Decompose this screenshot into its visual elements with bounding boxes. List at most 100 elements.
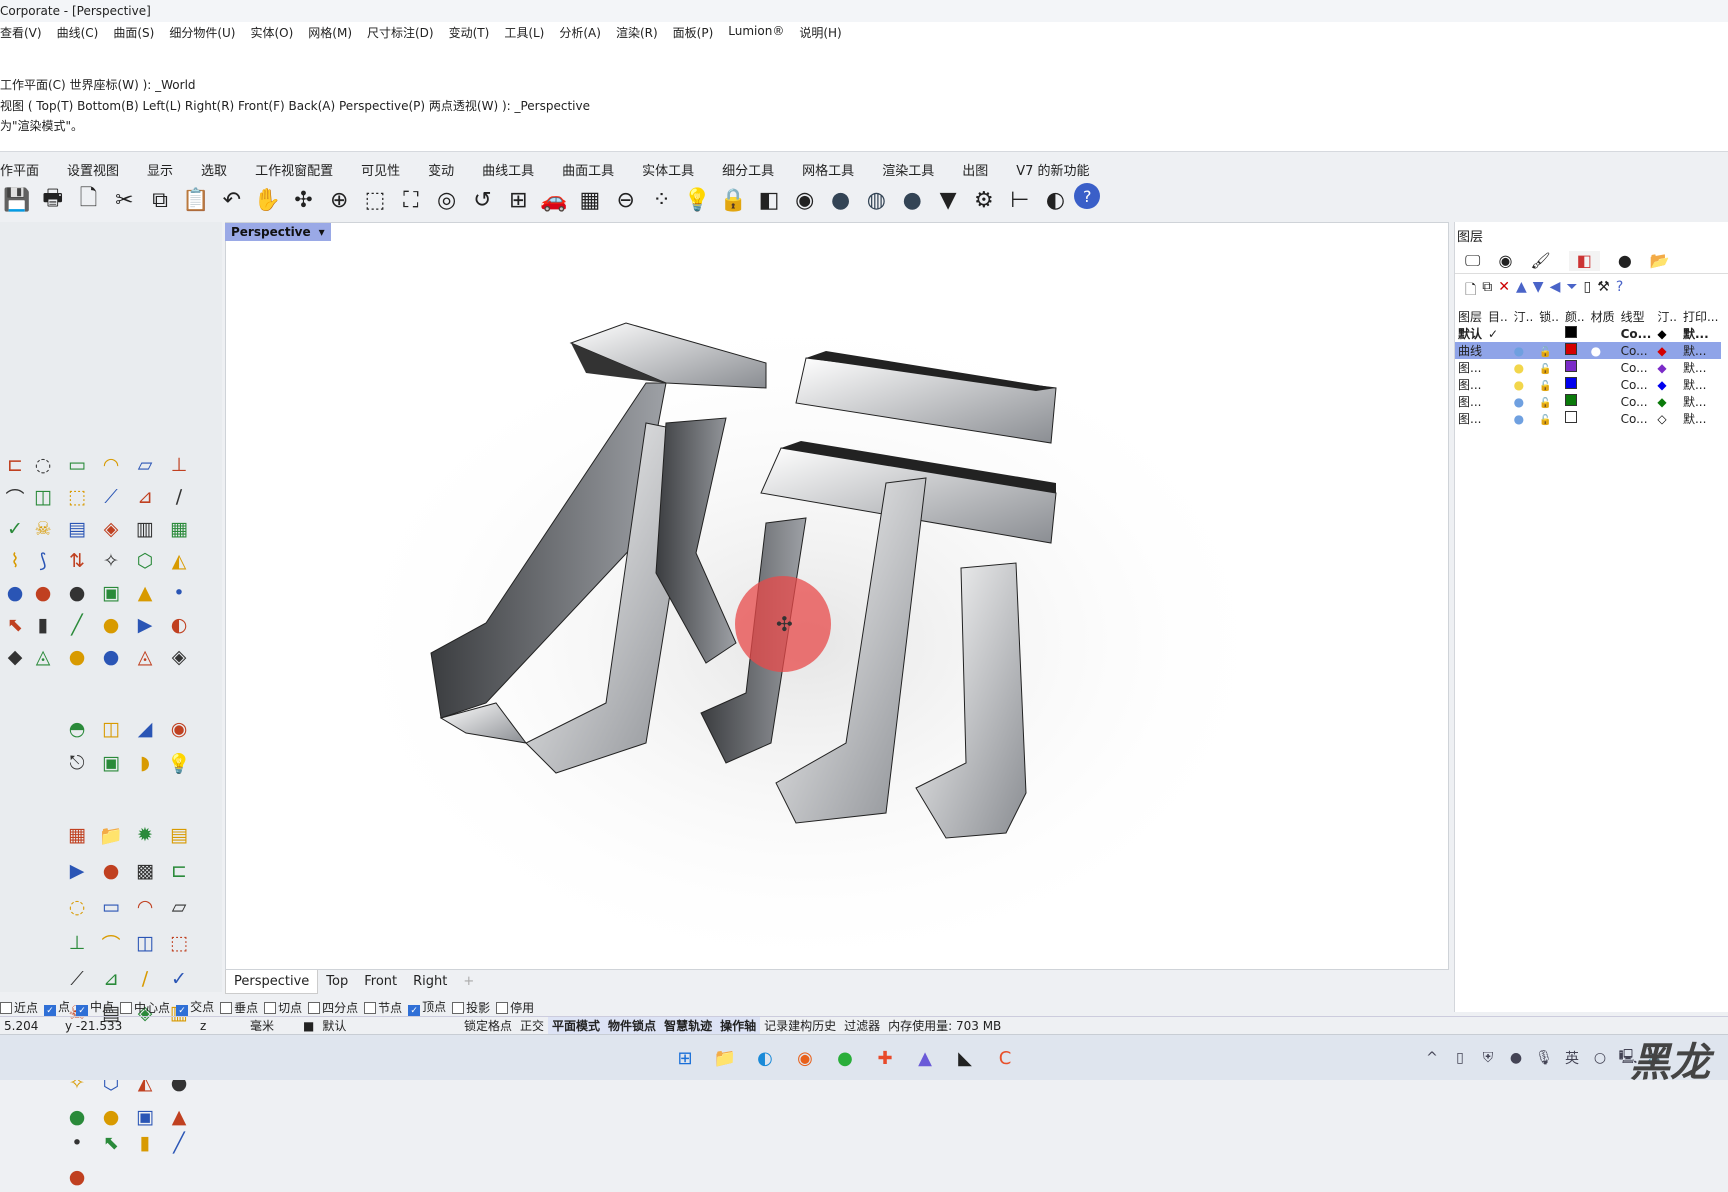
osnap-option[interactable]: 垂点 bbox=[220, 999, 258, 1016]
color-cell[interactable] bbox=[1562, 325, 1588, 342]
copy-doc-icon[interactable]: ▯ bbox=[1584, 279, 1592, 303]
tool-icon[interactable]: ∕ bbox=[164, 482, 194, 512]
tool-icon[interactable]: ╱ bbox=[62, 610, 92, 640]
print-width-cell[interactable]: 默... bbox=[1680, 325, 1721, 342]
car-icon[interactable]: 🚗 bbox=[537, 183, 571, 217]
shaded-sphere-icon[interactable]: ● bbox=[824, 183, 858, 217]
toolbar-tab[interactable]: 细分工具 bbox=[708, 154, 788, 182]
lock-icon[interactable]: 🔒 bbox=[716, 183, 750, 217]
tool-icon[interactable]: ◐ bbox=[164, 610, 194, 640]
layer-color-swatch[interactable] bbox=[1564, 411, 1577, 423]
status-toggle[interactable]: 平面模式 bbox=[548, 1017, 605, 1034]
column-header[interactable]: 颜.. bbox=[1562, 308, 1588, 325]
display-icon[interactable]: 🖵 bbox=[1465, 251, 1480, 271]
layer-row[interactable]: 图... ● 🔓 Co... ◆ 默... bbox=[1455, 359, 1721, 376]
checkbox[interactable] bbox=[120, 1001, 133, 1014]
column-header[interactable]: 汀.. bbox=[1654, 308, 1680, 325]
layer-name[interactable]: 曲线 bbox=[1455, 342, 1485, 359]
print-color-cell[interactable]: ◆ bbox=[1654, 376, 1680, 393]
current-layer[interactable]: ■ 默认 bbox=[295, 1017, 460, 1034]
viewport-tab-front[interactable]: Front bbox=[356, 970, 405, 994]
tool-icon[interactable]: ◬ bbox=[28, 642, 58, 672]
lightbulb-icon[interactable]: ● bbox=[1514, 412, 1524, 426]
print-color-cell[interactable]: ◇ bbox=[1654, 410, 1680, 427]
tool-icon[interactable]: ● bbox=[62, 578, 92, 608]
tool-icon[interactable]: ⊿ bbox=[130, 482, 160, 512]
move-up-icon[interactable]: ▲ bbox=[1516, 279, 1527, 303]
linetype-cell[interactable]: Co... bbox=[1618, 410, 1655, 427]
viewport-title-tab[interactable]: Perspective ▾ bbox=[225, 223, 331, 241]
color-cell[interactable] bbox=[1562, 342, 1588, 359]
tool-icon[interactable]: ∕ bbox=[130, 964, 160, 994]
layer-color-swatch[interactable] bbox=[1564, 377, 1577, 389]
toolbar-tab[interactable]: 设置视图 bbox=[53, 154, 133, 182]
tool-icon[interactable]: ◫ bbox=[28, 482, 58, 512]
tool-icon[interactable]: ✓ bbox=[0, 514, 30, 544]
rotate-view-icon[interactable]: ✣ bbox=[287, 183, 321, 217]
print-color-diamond-icon[interactable]: ◆ bbox=[1657, 395, 1666, 409]
microphone-icon[interactable]: 🎙 bbox=[1532, 1043, 1556, 1073]
tools-icon[interactable]: ⚒ bbox=[1597, 279, 1610, 303]
checkbox[interactable] bbox=[364, 1001, 377, 1014]
tool-icon[interactable]: ▦ bbox=[164, 514, 194, 544]
help-icon[interactable]: ? bbox=[1616, 279, 1623, 303]
tool-icon[interactable]: ⬚ bbox=[164, 928, 194, 958]
layer-row[interactable]: 图... ● 🔓 Co... ◆ 默... bbox=[1455, 393, 1721, 410]
tool-icon[interactable]: ▱ bbox=[164, 892, 194, 922]
menu-item[interactable]: 实体(O) bbox=[250, 24, 293, 42]
lock-cell[interactable]: 🔓 bbox=[1536, 393, 1562, 410]
print-width-cell[interactable]: 默... bbox=[1680, 376, 1721, 393]
tool-icon[interactable]: ◠ bbox=[130, 892, 160, 922]
unlock-icon[interactable]: 🔓 bbox=[1539, 347, 1551, 358]
menu-item[interactable]: 尺寸标注(D) bbox=[367, 24, 434, 42]
tool-icon[interactable]: ▱ bbox=[130, 450, 160, 480]
tool-icon[interactable]: ▣ bbox=[96, 748, 126, 778]
print-color-diamond-icon[interactable]: ◆ bbox=[1657, 327, 1666, 341]
current-layer-cell[interactable] bbox=[1485, 359, 1511, 376]
lock-cell[interactable]: 🔓 bbox=[1536, 342, 1562, 359]
delete-icon[interactable]: ✕ bbox=[1498, 279, 1510, 303]
tool-icon[interactable]: ▶ bbox=[130, 610, 160, 640]
print-color-cell[interactable]: ◆ bbox=[1654, 359, 1680, 376]
lock-cell[interactable]: 🔓 bbox=[1536, 410, 1562, 427]
tool-icon[interactable]: ▶ bbox=[62, 856, 92, 886]
tool-icon[interactable]: ⬚ bbox=[62, 482, 92, 512]
layers-icon[interactable]: ◧ bbox=[1568, 251, 1600, 271]
linetype-cell[interactable]: Co... bbox=[1618, 393, 1655, 410]
tool-icon[interactable]: ● bbox=[0, 578, 30, 608]
tool-icon[interactable]: ⊏ bbox=[0, 450, 30, 480]
new-sublayer-icon[interactable]: ⧉ bbox=[1482, 279, 1492, 303]
material-cell[interactable] bbox=[1588, 376, 1618, 393]
move-left-icon[interactable]: ◀ bbox=[1550, 279, 1561, 303]
material-cell[interactable] bbox=[1588, 393, 1618, 410]
column-header[interactable]: 打印... bbox=[1680, 308, 1721, 325]
tool-icon[interactable]: ⌒ bbox=[96, 928, 126, 958]
layer-row[interactable]: 图... ● 🔓 Co... ◆ 默... bbox=[1455, 376, 1721, 393]
layer-row[interactable]: 默认 ✓ Co... ◆ 默... bbox=[1455, 325, 1721, 342]
current-layer-cell[interactable] bbox=[1485, 393, 1511, 410]
layer-name[interactable]: 图... bbox=[1455, 376, 1485, 393]
layer-color-swatch[interactable] bbox=[1564, 360, 1577, 372]
toolbar-tab[interactable]: V7 的新功能 bbox=[1002, 154, 1103, 182]
current-layer-cell[interactable] bbox=[1485, 410, 1511, 427]
tool-icon[interactable]: ◗ bbox=[130, 748, 160, 778]
tool-icon[interactable]: ◢ bbox=[130, 714, 160, 744]
osnap-option[interactable]: ✓ 中点 bbox=[76, 998, 114, 1017]
tool-icon[interactable]: ⊏ bbox=[164, 856, 194, 886]
material-cell[interactable] bbox=[1588, 359, 1618, 376]
osnap-option[interactable]: 切点 bbox=[264, 999, 302, 1016]
tool-icon[interactable]: ◌ bbox=[28, 450, 58, 480]
tool-icon[interactable]: ● bbox=[62, 642, 92, 672]
lock-cell[interactable] bbox=[1536, 325, 1562, 342]
column-header[interactable]: 图层 bbox=[1455, 308, 1485, 325]
osnap-option[interactable]: ✓ 点 bbox=[44, 998, 70, 1017]
tool-icon[interactable]: ◫ bbox=[96, 714, 126, 744]
wechat-icon[interactable]: ● bbox=[830, 1043, 860, 1073]
zoom-selected-icon[interactable]: ◎ bbox=[430, 183, 464, 217]
visibility-cell[interactable]: ● bbox=[1511, 410, 1537, 427]
light-icon[interactable]: 💡 bbox=[680, 183, 714, 217]
status-toggle[interactable]: 物件锁点 bbox=[604, 1017, 661, 1034]
checkbox[interactable]: ✓ bbox=[76, 1004, 89, 1017]
perspective-viewport[interactable]: ✣ bbox=[225, 222, 1449, 970]
checkbox[interactable]: ✓ bbox=[44, 1004, 57, 1017]
